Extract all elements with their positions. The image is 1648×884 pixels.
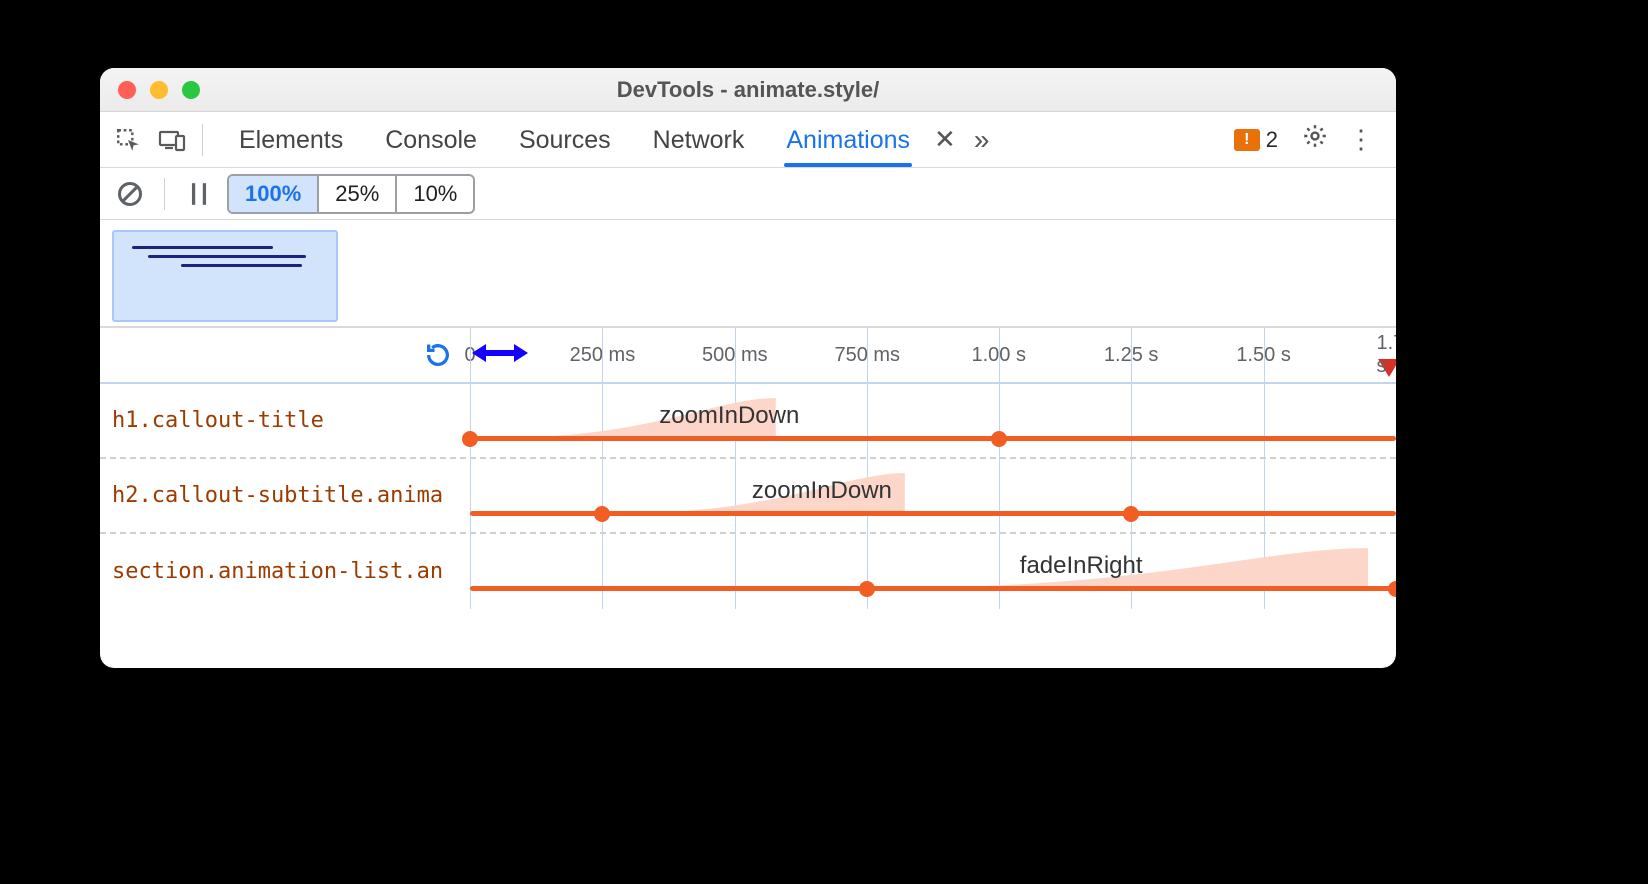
ruler-tick: 250 ms: [570, 344, 636, 367]
ruler-tick: 750 ms: [834, 344, 900, 367]
ruler-tick: 1.25 s: [1104, 344, 1158, 367]
speed-25pct[interactable]: 25%: [319, 176, 397, 212]
minimize-window-button[interactable]: [150, 81, 168, 99]
animation-track[interactable]: zoomInDown: [470, 459, 1396, 532]
ruler-tick: 500 ms: [702, 344, 768, 367]
maximize-window-button[interactable]: [182, 81, 200, 99]
close-tab-icon[interactable]: ✕: [934, 124, 956, 155]
animated-element-selector[interactable]: h1.callout-title: [100, 408, 470, 433]
animated-element-selector[interactable]: h2.callout-subtitle.anima: [100, 483, 470, 508]
tab-elements[interactable]: Elements: [237, 114, 345, 165]
devtools-tabbar: ElementsConsoleSourcesNetworkAnimations …: [100, 112, 1396, 168]
tab-network[interactable]: Network: [651, 114, 747, 165]
animation-row: h1.callout-title zoomInDown: [100, 384, 1396, 459]
divider: [202, 124, 203, 156]
keyframe-end[interactable]: [1123, 506, 1139, 522]
animation-name-label: zoomInDown: [752, 477, 892, 505]
animation-group-thumbnail[interactable]: [112, 230, 338, 322]
animation-rows: h1.callout-titlezoomInDownh2.callout-sub…: [100, 384, 1396, 609]
animation-row: h2.callout-subtitle.anima zoomInDown: [100, 459, 1396, 534]
keyframe-end[interactable]: [1388, 581, 1396, 597]
warning-icon: !: [1234, 129, 1260, 151]
timeline-ruler-row: 0250 ms500 ms750 ms1.00 s1.25 s1.50 s1.7…: [100, 328, 1396, 384]
animation-groups-strip: [100, 220, 1396, 328]
ruler-tick: 1.00 s: [971, 344, 1025, 367]
animation-track[interactable]: zoomInDown: [470, 384, 1396, 457]
animation-bar[interactable]: [470, 436, 1396, 441]
more-options-icon[interactable]: ⋮: [1348, 124, 1374, 155]
inspect-element-icon[interactable]: [108, 120, 148, 160]
clear-button[interactable]: [112, 176, 148, 212]
playback-speed-group: 100%25%10%: [227, 174, 475, 214]
keyframe-start[interactable]: [594, 506, 610, 522]
speed-10pct[interactable]: 10%: [397, 176, 473, 212]
more-tabs-icon[interactable]: »: [974, 124, 990, 156]
tab-console[interactable]: Console: [383, 114, 479, 165]
playhead-handle-icon[interactable]: [470, 338, 530, 374]
keyframe-start[interactable]: [859, 581, 875, 597]
tab-animations[interactable]: Animations: [784, 114, 912, 165]
settings-icon[interactable]: [1302, 123, 1328, 156]
animated-element-selector[interactable]: section.animation-list.an: [100, 559, 470, 584]
close-window-button[interactable]: [118, 81, 136, 99]
issues-badge[interactable]: ! 2: [1230, 125, 1282, 155]
animation-row: section.animation-list.an fadeInRight: [100, 534, 1396, 609]
ruler-tick: 1.75 s: [1377, 332, 1396, 378]
tab-sources[interactable]: Sources: [517, 114, 613, 165]
replay-button[interactable]: [420, 337, 456, 373]
window-title: DevTools - animate.style/: [100, 77, 1396, 103]
animation-bar[interactable]: [470, 586, 1396, 591]
issues-count: 2: [1266, 127, 1278, 153]
pause-button[interactable]: [181, 176, 217, 212]
animations-toolbar: 100%25%10%: [100, 168, 1396, 220]
window-titlebar: DevTools - animate.style/: [100, 68, 1396, 112]
speed-100pct[interactable]: 100%: [229, 176, 319, 212]
timeline-area: 0250 ms500 ms750 ms1.00 s1.25 s1.50 s1.7…: [100, 328, 1396, 668]
devtools-window: DevTools - animate.style/ Elements Consol…: [100, 68, 1396, 668]
animation-name-label: fadeInRight: [1020, 552, 1143, 580]
animation-name-label: zoomInDown: [659, 402, 799, 430]
device-toolbar-icon[interactable]: [152, 120, 192, 160]
keyframe-start[interactable]: [462, 431, 478, 447]
divider: [164, 178, 165, 210]
keyframe-end[interactable]: [991, 431, 1007, 447]
ruler-tick: 1.50 s: [1236, 344, 1290, 367]
animation-track[interactable]: fadeInRight: [470, 534, 1396, 609]
